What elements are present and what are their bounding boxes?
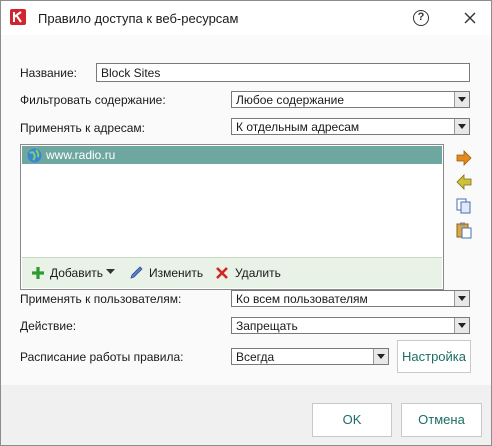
settings-button[interactable]: Настройка [397,340,471,373]
list-item[interactable]: www.radio.ru [22,146,442,164]
apply-addresses-value: К отдельным адресам [236,120,360,134]
name-input[interactable]: Block Sites [96,63,470,82]
close-button[interactable] [461,9,479,27]
kaspersky-logo-icon [10,9,26,25]
paste-button[interactable] [455,221,473,239]
window-title: Правило доступа к веб-ресурсам [38,11,239,26]
schedule-label: Расписание работы правила: [20,350,184,364]
copy-button[interactable] [455,197,473,215]
cancel-button[interactable]: Отмена [401,403,482,437]
address-text: www.radio.ru [46,148,116,162]
dropdown-arrow-icon[interactable] [454,119,469,134]
dropdown-arrow-icon[interactable] [454,318,469,333]
dropdown-arrow-icon[interactable] [373,349,388,364]
paste-icon [456,222,472,239]
dropdown-arrow-icon[interactable] [454,92,469,107]
dropdown-arrow-icon[interactable] [454,291,469,306]
schedule-value: Всегда [236,350,275,364]
apply-users-label: Применять к пользователям: [20,292,182,306]
name-label: Название: [20,66,77,80]
edit-icon [130,266,143,279]
edit-button[interactable]: Изменить [149,266,203,280]
filter-content-select[interactable]: Любое содержание [231,91,470,108]
dialog-footer: OK Отмена [1,385,491,445]
move-left-icon [456,174,472,190]
move-right-icon [456,150,472,166]
schedule-select[interactable]: Всегда [231,348,389,365]
filter-content-label: Фильтровать содержание: [20,93,166,107]
action-value: Запрещать [236,319,298,333]
address-list[interactable]: www.radio.ru Добавить Изменить Удалить [20,144,444,290]
delete-button[interactable]: Удалить [235,266,281,280]
title-bar: Правило доступа к веб-ресурсам ? [1,1,491,35]
dialog-body: Название: Block Sites Фильтровать содерж… [1,35,491,385]
move-right-button[interactable] [455,149,473,167]
action-label: Действие: [20,319,77,333]
apply-addresses-label: Применять к адресам: [20,121,145,135]
apply-addresses-select[interactable]: К отдельным адресам [231,118,470,135]
move-left-button[interactable] [455,173,473,191]
copy-icon [456,198,471,214]
close-icon [464,12,476,24]
add-button[interactable]: Добавить [50,266,103,280]
apply-users-value: Ко всем пользователям [236,292,368,306]
add-icon [32,267,44,279]
help-button[interactable]: ? [413,10,429,26]
apply-users-select[interactable]: Ко всем пользователям [231,290,470,307]
dropdown-arrow-icon[interactable] [106,269,115,275]
action-select[interactable]: Запрещать [231,317,470,334]
dialog-window: Правило доступа к веб-ресурсам ? Названи… [0,0,492,446]
help-icon: ? [417,11,425,23]
ok-button[interactable]: OK [312,403,392,437]
filter-content-value: Любое содержание [236,93,345,107]
delete-icon [216,267,228,279]
globe-icon [27,148,42,163]
list-toolbar: Добавить Изменить Удалить [22,257,442,288]
